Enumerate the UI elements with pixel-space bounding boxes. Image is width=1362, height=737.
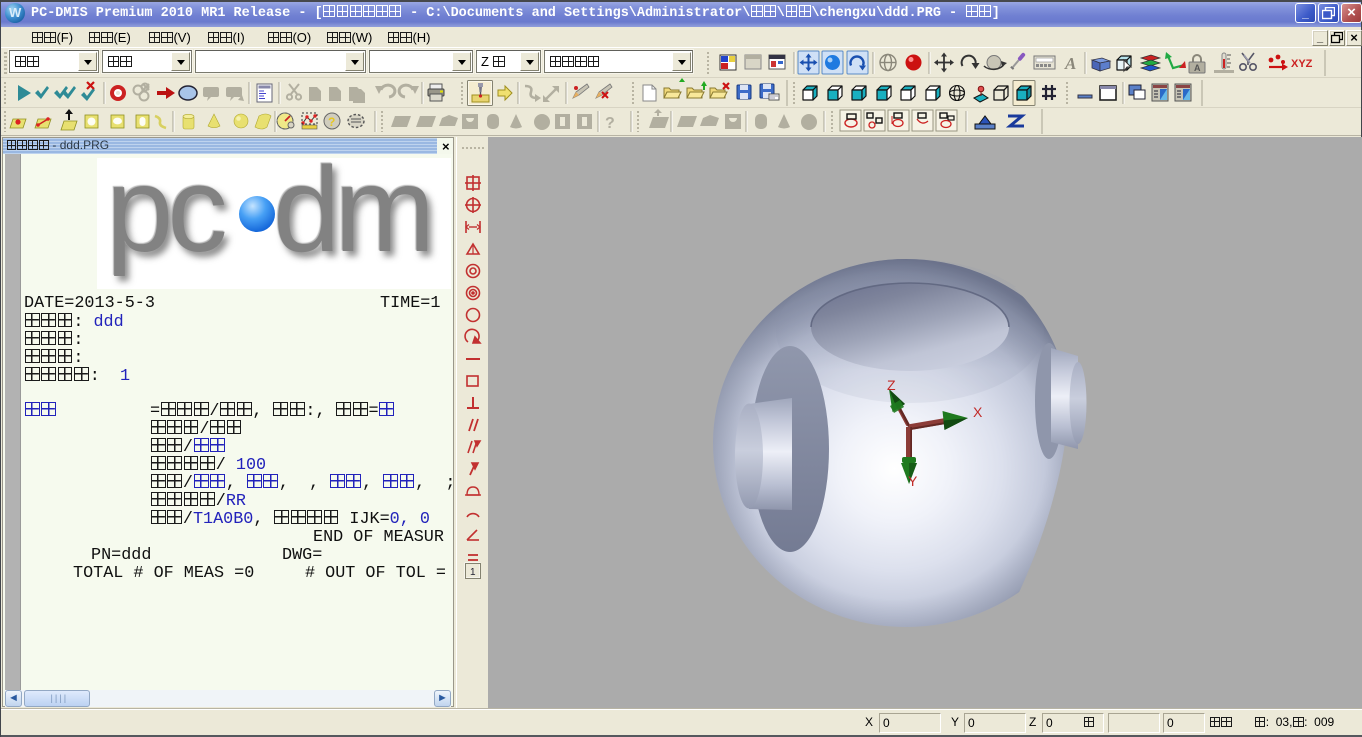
svg-text:Y: Y (908, 473, 918, 489)
svg-text:?: ? (605, 115, 615, 132)
svg-text:XYZ: XYZ (1291, 58, 1313, 70)
svg-text:A: A (1194, 63, 1201, 73)
svg-text:Z: Z (887, 377, 896, 393)
svg-text:A: A (1064, 54, 1076, 73)
svg-text:X: X (973, 404, 983, 420)
svg-text:?: ? (328, 115, 335, 129)
svg-text:1: 1 (470, 567, 476, 578)
